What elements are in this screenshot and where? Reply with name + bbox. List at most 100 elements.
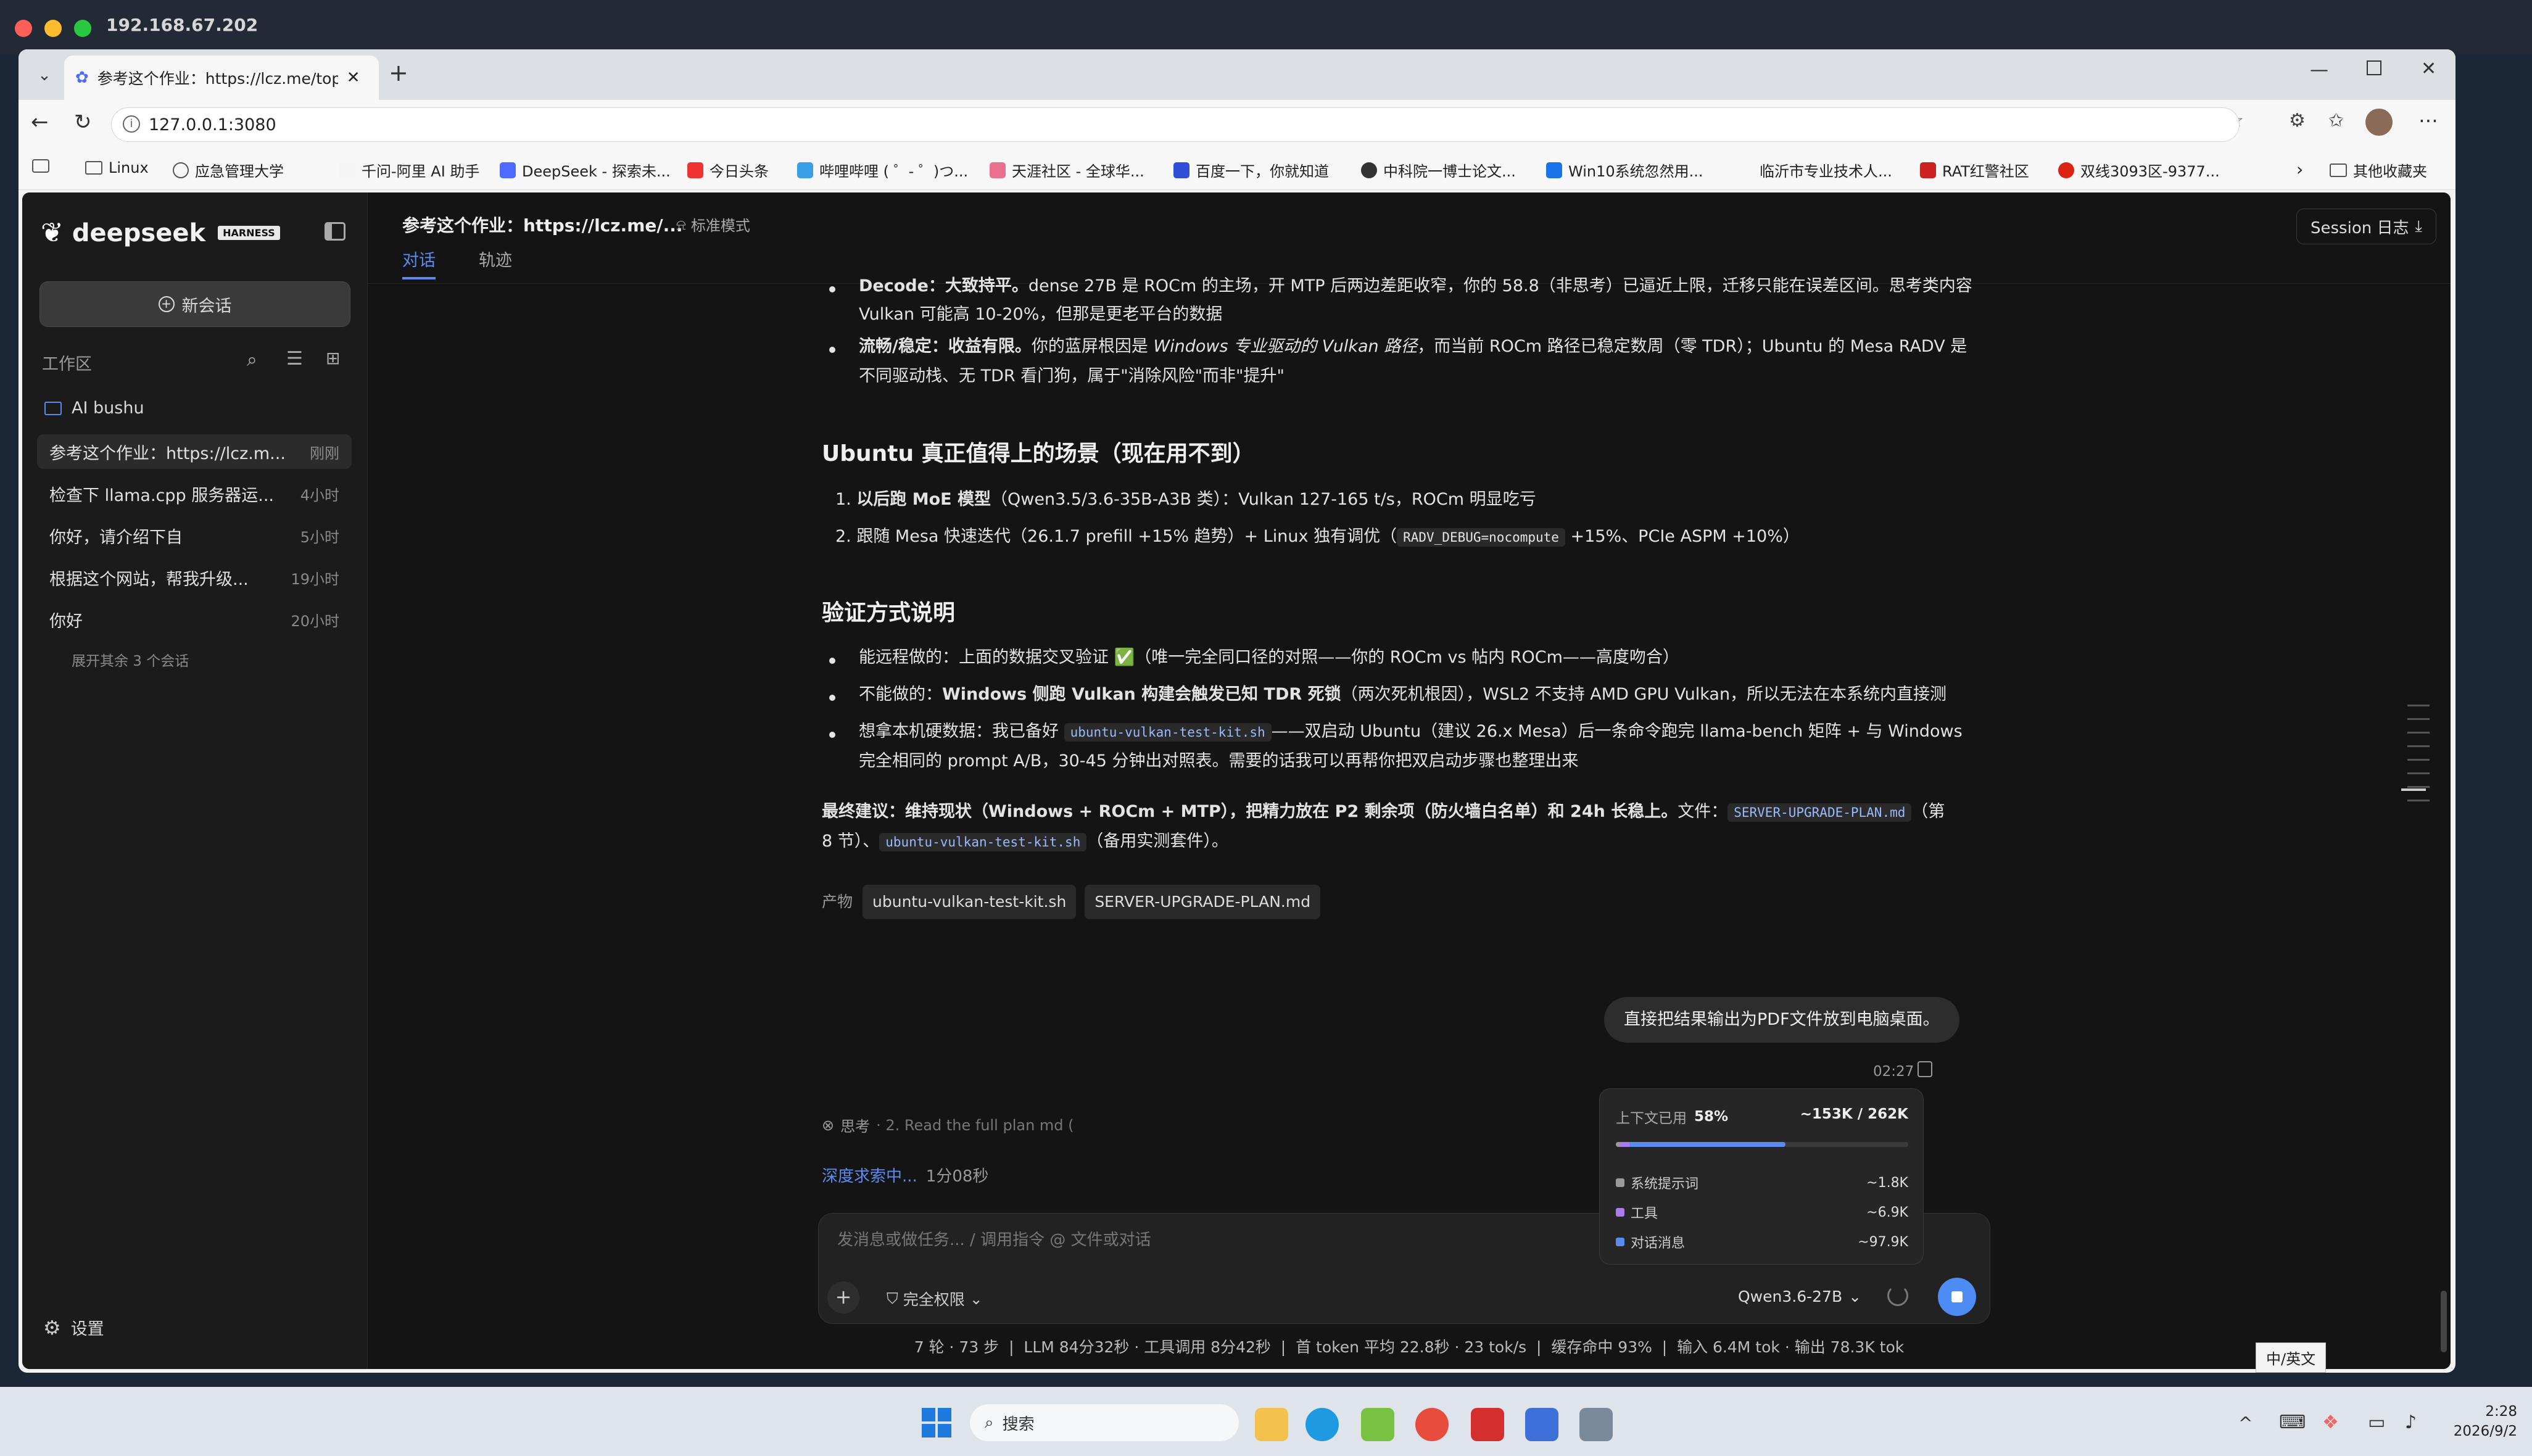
clock[interactable]: 2:28 2026/9/2: [2443, 1402, 2517, 1441]
stop-icon: [1951, 1291, 1963, 1302]
bookmarks-toggle-icon[interactable]: [32, 159, 49, 173]
bookmarks-overflow-icon[interactable]: ›: [2296, 159, 2303, 180]
bookmark-item[interactable]: 天涯社区 - 全球华...: [990, 159, 1144, 181]
new-tab-icon[interactable]: +: [389, 59, 408, 86]
loading-spinner-icon: [1887, 1285, 1908, 1306]
filter-icon[interactable]: ☰: [286, 348, 303, 370]
message-input[interactable]: 发消息或做任务... / 调用指令 @ 文件或对话: [837, 1227, 1151, 1250]
verification-item-1: 能远程做的：上面的数据交叉验证 ✅（唯一完全同口径的对照——你的 ROCm vs…: [859, 648, 1679, 667]
tab-chat[interactable]: 对话: [402, 247, 436, 279]
baidu-icon: [1173, 162, 1189, 178]
session-log-button[interactable]: Session 日志 ⤓: [2296, 209, 2436, 244]
bookmark-item[interactable]: 临沂市专业技术人...: [1760, 159, 1892, 181]
bookmark-item[interactable]: RAT红警社区: [1920, 159, 2029, 181]
back-icon[interactable]: ←: [31, 110, 49, 134]
window-app-icon[interactable]: [1579, 1408, 1613, 1441]
tab-active[interactable]: ✿ 参考这个作业：https://lcz.me/top ✕: [64, 56, 379, 100]
window-minimize-icon[interactable]: —: [2310, 59, 2328, 81]
model-select[interactable]: Qwen3.6-27B ⌄: [1738, 1288, 1861, 1305]
tab-close-icon[interactable]: ✕: [347, 68, 360, 87]
permission-select[interactable]: ⛉ 完全权限 ⌄: [887, 1288, 983, 1310]
scroll-position-marker: [2401, 788, 2426, 791]
start-windows-icon[interactable]: [922, 1408, 951, 1437]
window-close-icon[interactable]: ✕: [2421, 58, 2436, 80]
attach-plus-icon[interactable]: +: [827, 1281, 859, 1313]
download-icon: ⤓: [2415, 217, 2422, 236]
tab-trace[interactable]: 轨迹: [479, 247, 512, 271]
window-maximize-icon[interactable]: [2367, 60, 2381, 75]
chrome-icon[interactable]: [1415, 1408, 1449, 1441]
tray-app-icon[interactable]: ❖: [2322, 1412, 2339, 1433]
edge-icon[interactable]: [1305, 1408, 1339, 1441]
file-link[interactable]: ubuntu-vulkan-test-kit.sh: [879, 833, 1087, 851]
bookmark-item[interactable]: 中科院一博士论文...: [1361, 159, 1516, 181]
sidebar-toggle-icon[interactable]: [325, 222, 345, 241]
paragraph-decode-2: Vulkan 可能高 10-20%，但那是更老平台的数据: [859, 305, 1223, 324]
gear-icon: ⚙: [43, 1315, 61, 1339]
minimize-dot-icon[interactable]: [44, 20, 62, 37]
heading-verification: 验证方式说明: [822, 600, 956, 626]
taskbar-search[interactable]: ⌕ 搜索: [970, 1404, 1239, 1441]
close-dot-icon[interactable]: [15, 20, 32, 37]
volume-icon[interactable]: ♪: [2405, 1412, 2417, 1433]
settings-button[interactable]: ⚙ 设置: [43, 1315, 104, 1339]
network-icon[interactable]: ▭: [2368, 1412, 2385, 1433]
stop-button[interactable]: [1938, 1278, 1976, 1316]
bookmark-item[interactable]: 哔哩哔哩 ( ゜- ゜)つ...: [797, 159, 968, 181]
site-info-icon[interactable]: i: [123, 115, 140, 133]
brain-icon: ⊗: [822, 1116, 835, 1134]
deepseek-icon: [500, 162, 516, 178]
bookmark-item[interactable]: Win10系统忽然用...: [1546, 159, 1703, 181]
context-breakdown: 系统提示词 ~1.8K 工具 ~6.9K 对话消息 ~97.9K: [1616, 1168, 1908, 1257]
bullet: [829, 695, 835, 701]
folder-icon: [2330, 163, 2347, 177]
final-suggestion-cont: 8 节）、 ubuntu-vulkan-test-kit.sh （备用实测套件）。: [822, 832, 1228, 851]
file-explorer-icon[interactable]: [1255, 1408, 1288, 1441]
tab-list-chevron-icon[interactable]: ⌄: [32, 63, 57, 88]
bookmark-item[interactable]: DeepSeek - 探索未...: [500, 159, 671, 181]
conversation-item[interactable]: 根据这个网站，帮我升级... 19小时: [37, 560, 352, 595]
artifact-chip[interactable]: SERVER-UPGRADE-PLAN.md: [1085, 885, 1321, 919]
new-folder-icon[interactable]: ⊞: [326, 348, 340, 368]
maximize-dot-icon[interactable]: [74, 20, 91, 37]
tray-chevron-up-icon[interactable]: ^: [2238, 1413, 2253, 1433]
search-icon[interactable]: ⌕: [247, 349, 257, 371]
sidebar: ❦ deepseek HARNESS + 新会话 工作区 ⌕ ☰ ⊞ AI bu…: [22, 192, 368, 1369]
expand-more-link[interactable]: 展开其余 3 个会话: [72, 649, 189, 670]
browser-essentials-icon[interactable]: ⚙: [2289, 110, 2306, 131]
mode-badge[interactable]: ⍾ 标准模式: [676, 213, 750, 235]
file-link[interactable]: SERVER-UPGRADE-PLAN.md: [1727, 803, 1912, 822]
conversation-item-active[interactable]: 参考这个作业：https://lcz.m... 刚刚: [37, 434, 352, 469]
bell-icon: ⍾: [676, 215, 686, 233]
bookmark-item[interactable]: 今日头条: [687, 159, 769, 181]
folder-icon: [85, 161, 102, 175]
conversation-item[interactable]: 你好 20小时: [37, 602, 352, 637]
more-menu-icon[interactable]: ⋯: [2418, 109, 2438, 132]
reload-icon[interactable]: ↻: [74, 110, 92, 134]
input-method-icon[interactable]: ⌨: [2279, 1412, 2306, 1433]
collections-icon[interactable]: ✩: [2328, 110, 2344, 131]
thinking-row[interactable]: ⊗ 思考 · 2. Read the full plan md (: [822, 1114, 1074, 1136]
other-bookmarks[interactable]: 其他收藏夹: [2330, 159, 2427, 181]
remote-app-icon[interactable]: [1525, 1408, 1558, 1441]
conversation-item[interactable]: 检查下 llama.cpp 服务器运... 4小时: [37, 476, 352, 511]
artifact-chip[interactable]: ubuntu-vulkan-test-kit.sh: [863, 885, 1077, 919]
user-message-bubble: 直接把结果输出为PDF文件放到电脑桌面。: [1604, 997, 1959, 1043]
context-usage-popup: 上下文已用 58% ~153K / 262K 系统提示词 ~1.8K 工具 ~6.9K…: [1599, 1088, 1924, 1265]
copy-icon[interactable]: [1918, 1061, 1932, 1077]
bookmark-item[interactable]: Linux: [85, 159, 149, 176]
file-link[interactable]: ubuntu-vulkan-test-kit.sh: [1064, 723, 1272, 742]
conversation-item[interactable]: 你好，请介绍下自 5小时: [37, 518, 352, 553]
bookmark-item[interactable]: 双线3093区-9377...: [2058, 159, 2220, 181]
context-progress-track: [1616, 1142, 1908, 1147]
app-icon[interactable]: [1361, 1408, 1394, 1441]
address-bar[interactable]: i 127.0.0.1:3080: [111, 107, 2240, 142]
game-icon: [2058, 162, 2074, 178]
bookmark-item[interactable]: 百度一下，你就知道: [1173, 159, 1329, 181]
wps-icon[interactable]: [1471, 1408, 1504, 1441]
bookmark-item[interactable]: 应急管理大学: [173, 159, 284, 181]
workspace-folder[interactable]: AI bushu: [44, 399, 144, 418]
new-chat-button[interactable]: + 新会话: [39, 281, 350, 327]
bookmark-item[interactable]: 千问-阿里 AI 助手: [339, 159, 479, 181]
profile-avatar[interactable]: [2365, 109, 2393, 136]
